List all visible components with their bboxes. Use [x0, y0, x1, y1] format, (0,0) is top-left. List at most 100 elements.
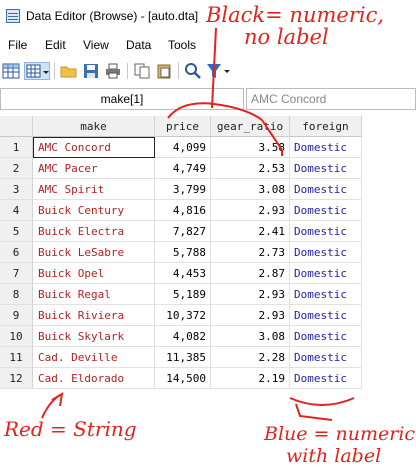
cell-foreign[interactable]: Domestic — [290, 242, 362, 263]
menu-data[interactable]: Data — [126, 38, 151, 52]
cell-foreign[interactable]: Domestic — [290, 158, 362, 179]
cell-foreign[interactable]: Domestic — [290, 137, 362, 158]
print-icon[interactable] — [104, 62, 122, 80]
cell-foreign[interactable]: Domestic — [290, 221, 362, 242]
table-row[interactable]: 11 Cad. Deville 11,385 2.28 Domestic — [0, 347, 362, 368]
column-header-gear-ratio[interactable]: gear_ratio — [211, 116, 290, 137]
cell-make[interactable]: AMC Spirit — [33, 179, 155, 200]
cell-price[interactable]: 11,385 — [155, 347, 211, 368]
cell-foreign[interactable]: Domestic — [290, 305, 362, 326]
menu-tools[interactable]: Tools — [168, 38, 196, 52]
table-row[interactable]: 8 Buick Regal 5,189 2.93 Domestic — [0, 284, 362, 305]
window-title: Data Editor (Browse) - [auto.dta] — [26, 9, 199, 23]
toolbar — [0, 58, 416, 86]
column-header-make[interactable]: make — [33, 116, 155, 137]
cell-price[interactable]: 4,453 — [155, 263, 211, 284]
toolbar-separator — [54, 63, 55, 79]
annotation-blue-line2: with label — [286, 445, 381, 467]
cell-value-field[interactable]: AMC Concord — [246, 88, 416, 110]
table-row[interactable]: 6 Buick LeSabre 5,788 2.73 Domestic — [0, 242, 362, 263]
table-row[interactable]: 4 Buick Century 4,816 2.93 Domestic — [0, 200, 362, 221]
cell-foreign[interactable]: Domestic — [290, 284, 362, 305]
table-row[interactable]: 9 Buick Riviera 10,372 2.93 Domestic — [0, 305, 362, 326]
cell-price[interactable]: 5,189 — [155, 284, 211, 305]
save-icon[interactable] — [82, 62, 100, 80]
row-number: 1 — [0, 137, 33, 158]
cell-gear-ratio[interactable]: 2.93 — [211, 200, 290, 221]
cell-gear-ratio[interactable]: 2.41 — [211, 221, 290, 242]
row-number: 11 — [0, 347, 33, 368]
open-folder-icon[interactable] — [60, 62, 78, 80]
cell-price[interactable]: 4,099 — [155, 137, 211, 158]
cell-make[interactable]: Buick Regal — [33, 284, 155, 305]
cell-price[interactable]: 5,788 — [155, 242, 211, 263]
cell-price[interactable]: 3,799 — [155, 179, 211, 200]
menu-bar: File Edit View Data Tools — [0, 34, 416, 56]
row-number: 6 — [0, 242, 33, 263]
window-titlebar: Data Editor (Browse) - [auto.dta] — [0, 0, 416, 34]
spreadsheet-icon[interactable] — [2, 62, 20, 80]
table-row[interactable]: 3 AMC Spirit 3,799 3.08 Domestic — [0, 179, 362, 200]
annotation-brace-bottom — [289, 397, 355, 406]
cell-price[interactable]: 10,372 — [155, 305, 211, 326]
cell-make[interactable]: Buick Skylark — [33, 326, 155, 347]
cell-price[interactable]: 4,816 — [155, 200, 211, 221]
menu-view[interactable]: View — [83, 38, 109, 52]
cell-gear-ratio[interactable]: 2.28 — [211, 347, 290, 368]
cell-make[interactable]: Cad. Eldorado — [33, 368, 155, 389]
cell-gear-ratio[interactable]: 2.93 — [211, 284, 290, 305]
menu-file[interactable]: File — [8, 38, 27, 52]
cell-gear-ratio[interactable]: 3.58 — [211, 137, 290, 158]
row-number: 8 — [0, 284, 33, 305]
row-number: 5 — [0, 221, 33, 242]
cell-foreign[interactable]: Domestic — [290, 326, 362, 347]
cell-gear-ratio[interactable]: 2.19 — [211, 368, 290, 389]
table-row[interactable]: 7 Buick Opel 4,453 2.87 Domestic — [0, 263, 362, 284]
cell-make[interactable]: Buick Riviera — [33, 305, 155, 326]
cell-gear-ratio[interactable]: 3.08 — [211, 179, 290, 200]
row-number: 4 — [0, 200, 33, 221]
cell-foreign[interactable]: Domestic — [290, 368, 362, 389]
annotation-arrow-blue — [295, 403, 333, 421]
column-header-foreign[interactable]: foreign — [290, 116, 362, 137]
cell-make[interactable]: AMC Concord — [33, 137, 155, 158]
column-header-price[interactable]: price — [155, 116, 211, 137]
find-icon[interactable] — [184, 62, 202, 80]
toolbar-separator — [178, 63, 179, 79]
filter-icon[interactable] — [206, 62, 232, 80]
cell-gear-ratio[interactable]: 2.73 — [211, 242, 290, 263]
cell-foreign[interactable]: Domestic — [290, 263, 362, 284]
table-row[interactable]: 5 Buick Electra 7,827 2.41 Domestic — [0, 221, 362, 242]
cell-make[interactable]: Buick Opel — [33, 263, 155, 284]
copy-icon[interactable] — [133, 62, 151, 80]
cell-foreign[interactable]: Domestic — [290, 347, 362, 368]
cell-foreign[interactable]: Domestic — [290, 200, 362, 221]
row-number: 7 — [0, 263, 33, 284]
filter-grid-icon[interactable] — [24, 62, 50, 80]
table-row[interactable]: 12 Cad. Eldorado 14,500 2.19 Domestic — [0, 368, 362, 389]
cell-make[interactable]: Buick Century — [33, 200, 155, 221]
cell-price[interactable]: 14,500 — [155, 368, 211, 389]
cell-gear-ratio[interactable]: 2.93 — [211, 305, 290, 326]
cell-foreign[interactable]: Domestic — [290, 179, 362, 200]
cell-price[interactable]: 4,749 — [155, 158, 211, 179]
table-row[interactable]: 1 AMC Concord 4,099 3.58 Domestic — [0, 137, 362, 158]
annotation-arrowhead-red — [51, 392, 64, 407]
toolbar-separator — [127, 63, 128, 79]
cell-gear-ratio[interactable]: 3.08 — [211, 326, 290, 347]
cell-gear-ratio[interactable]: 2.87 — [211, 263, 290, 284]
table-row[interactable]: 10 Buick Skylark 4,082 3.08 Domestic — [0, 326, 362, 347]
cell-make[interactable]: Cad. Deville — [33, 347, 155, 368]
cell-price[interactable]: 4,082 — [155, 326, 211, 347]
menu-edit[interactable]: Edit — [45, 38, 66, 52]
paste-icon[interactable] — [155, 62, 173, 80]
cell-make[interactable]: Buick LeSabre — [33, 242, 155, 263]
cell-make[interactable]: AMC Pacer — [33, 158, 155, 179]
row-number: 2 — [0, 158, 33, 179]
cell-gear-ratio[interactable]: 2.53 — [211, 158, 290, 179]
row-number: 10 — [0, 326, 33, 347]
table-row[interactable]: 2 AMC Pacer 4,749 2.53 Domestic — [0, 158, 362, 179]
annotation-arrow-red — [41, 393, 63, 419]
cell-make[interactable]: Buick Electra — [33, 221, 155, 242]
cell-price[interactable]: 7,827 — [155, 221, 211, 242]
